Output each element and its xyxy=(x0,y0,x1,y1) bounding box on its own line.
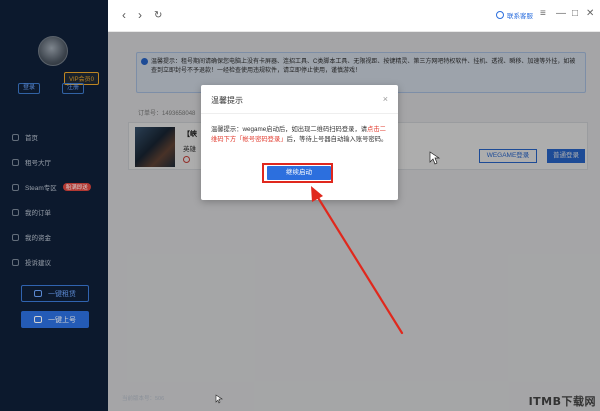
modal-message: 温馨提示：wegame启动后，如出现二维码扫码登录，请点击二维码下方「帐号密码登… xyxy=(211,125,391,145)
modal-title: 温馨提示 xyxy=(211,96,243,105)
back-icon[interactable]: ‹ xyxy=(122,9,126,21)
close-icon[interactable]: ✕ xyxy=(586,8,594,19)
sidebar-dim-overlay xyxy=(0,0,108,411)
contact-support-link[interactable]: 联系客服 xyxy=(496,10,533,20)
close-icon[interactable]: × xyxy=(383,94,388,104)
sidebar: VIP会员0 登录 注册 首页 租号大厅 Steam专区 租满即送 我的订单 我… xyxy=(0,0,108,411)
modal-divider xyxy=(201,113,398,114)
minimize-icon[interactable]: — xyxy=(556,8,566,19)
headset-icon xyxy=(496,11,504,19)
maximize-icon[interactable]: □ xyxy=(572,8,578,19)
annotation-highlight-box xyxy=(262,163,333,183)
refresh-icon[interactable]: ↻ xyxy=(154,10,162,22)
menu-icon[interactable]: ≡ xyxy=(540,8,546,19)
top-bar: ‹ › ↻ 联系客服 ≡ — □ ✕ xyxy=(108,0,600,32)
modal-message-part1: 温馨提示：wegame启动后，如出现二维码扫码登录，请 xyxy=(211,126,368,133)
modal-message-part2: 后，等待上号器自动输入账号密码。 xyxy=(286,136,388,143)
contact-label: 联系客服 xyxy=(507,13,533,20)
version-label: 当前版本号：506 xyxy=(122,396,165,402)
forward-icon[interactable]: › xyxy=(138,9,142,21)
site-watermark: ITMB下载网 xyxy=(528,395,596,408)
